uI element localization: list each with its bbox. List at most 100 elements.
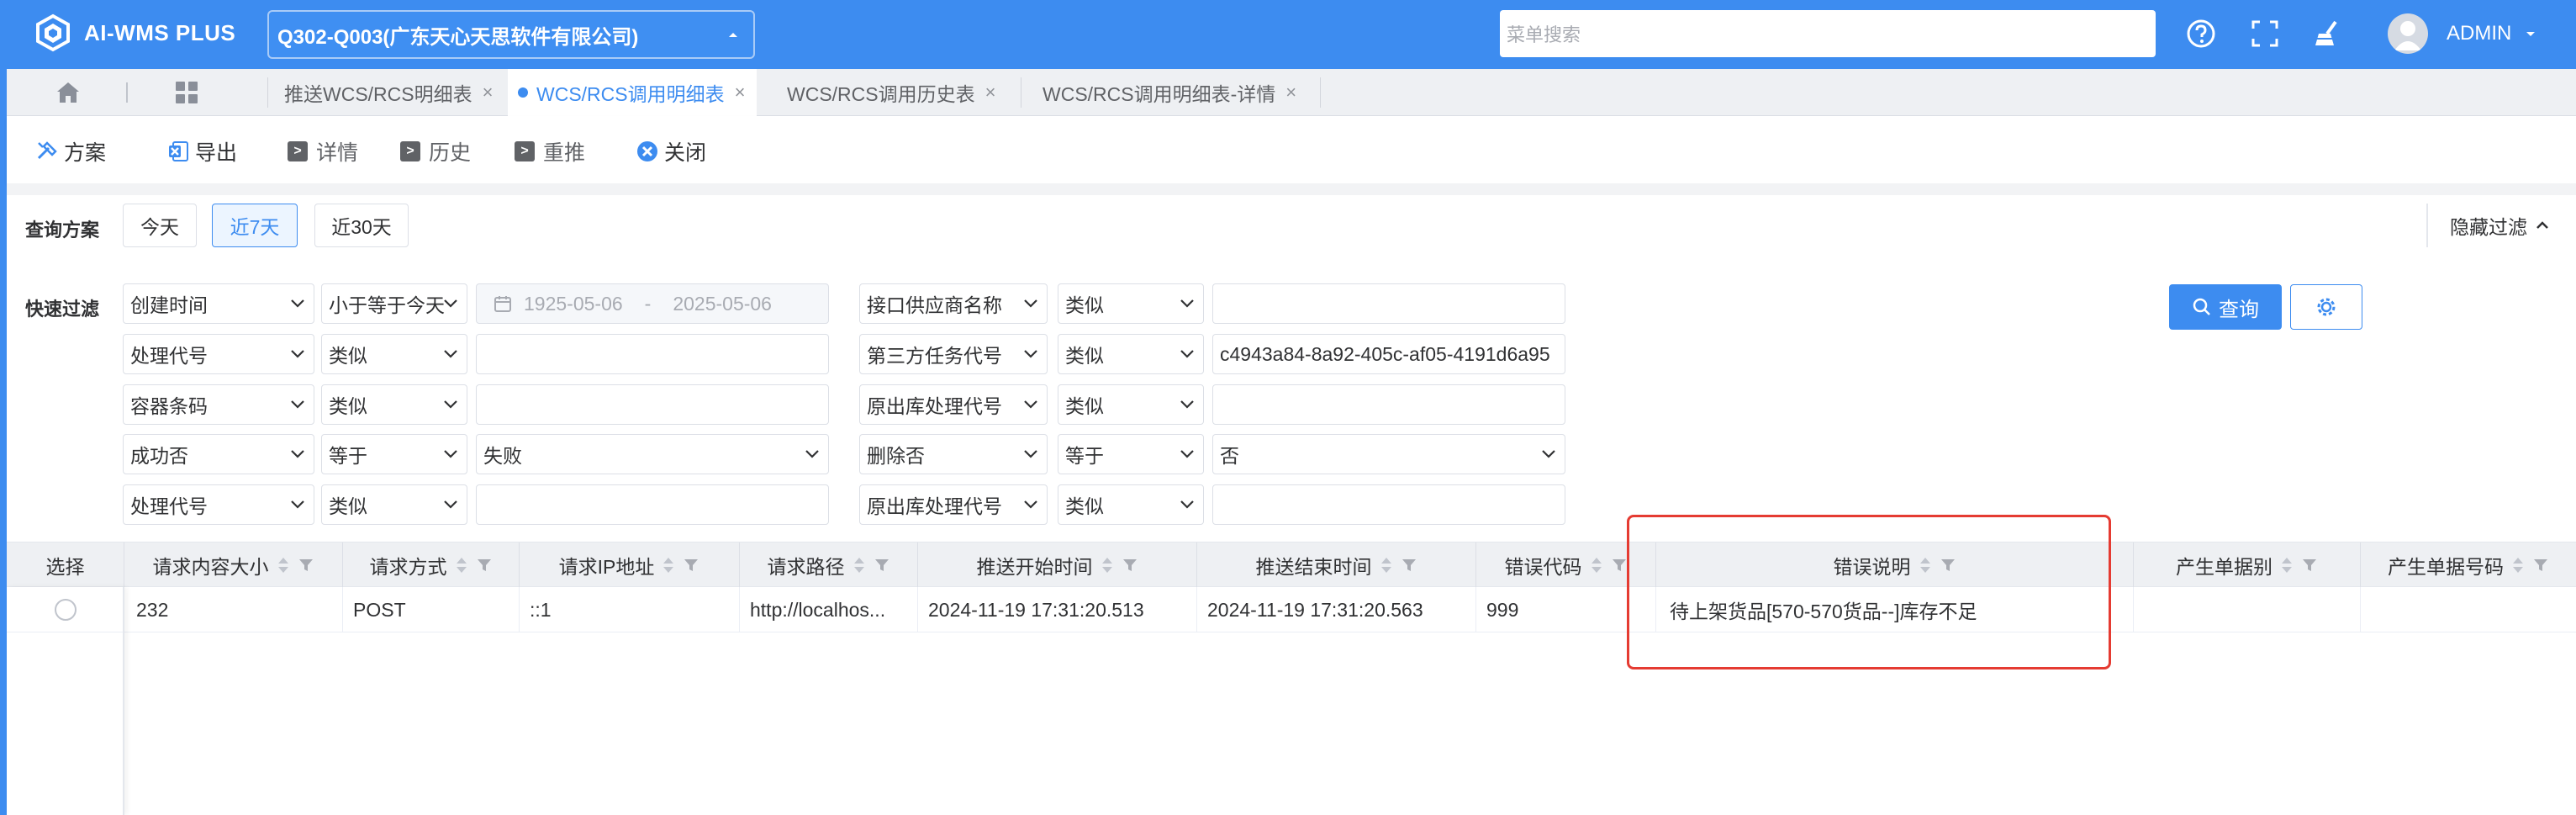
detail-button[interactable]: > 详情 xyxy=(288,136,358,167)
filter-field-select[interactable]: 处理代号 xyxy=(123,334,314,374)
filter-value-input[interactable] xyxy=(1212,283,1565,324)
filter-field-select[interactable]: 容器条码 xyxy=(123,384,314,425)
hide-filter-button[interactable]: 隐藏过滤 xyxy=(2426,204,2561,247)
user-avatar[interactable] xyxy=(2388,13,2428,54)
filter-operator-select[interactable]: 等于 xyxy=(321,434,467,474)
filter-icon[interactable] xyxy=(2532,557,2549,574)
organization-select[interactable]: Q302-Q003(广东天心天思软件有限公司) xyxy=(267,10,755,59)
column-header[interactable]: 产生单据号码 xyxy=(2361,542,2576,588)
column-header[interactable]: 产生单据别 xyxy=(2134,542,2361,588)
sort-icon[interactable] xyxy=(661,554,676,576)
history-label: 历史 xyxy=(429,141,472,165)
column-header[interactable]: 请求IP地址 xyxy=(520,542,740,588)
column-header[interactable]: 推送结束时间 xyxy=(1197,542,1476,588)
tab-push-wcs-rcs-detail[interactable]: 推送WCS/RCS明细表 × xyxy=(274,69,503,116)
filter-operator-select[interactable]: 类似 xyxy=(1058,384,1204,425)
home-icon[interactable] xyxy=(55,81,81,104)
table-row[interactable]: 232 POST ::1 http://localhos... 2024-11-… xyxy=(7,587,2576,632)
help-icon[interactable] xyxy=(2184,17,2218,50)
filter-field-select[interactable]: 处理代号 xyxy=(123,484,314,525)
column-header[interactable]: 推送开始时间 xyxy=(918,542,1197,588)
filter-operator-select[interactable]: 类似 xyxy=(1058,334,1204,374)
filter-settings-button[interactable] xyxy=(2290,284,2362,330)
plan-today-button[interactable]: 今天 xyxy=(123,204,197,247)
caret-down-icon[interactable] xyxy=(2524,27,2537,40)
filter-value-input[interactable] xyxy=(1212,484,1565,525)
close-icon[interactable]: × xyxy=(985,82,996,103)
filter-value-input[interactable] xyxy=(476,334,829,374)
close-icon[interactable]: × xyxy=(483,82,494,103)
sort-icon[interactable] xyxy=(1379,554,1394,576)
filter-field-select[interactable]: 第三方任务代号 xyxy=(859,334,1048,374)
sort-icon[interactable] xyxy=(2279,554,2294,576)
app-name: AI-WMS PLUS xyxy=(84,19,236,45)
filter-operator-select[interactable]: 等于 xyxy=(1058,434,1204,474)
sort-icon[interactable] xyxy=(1918,554,1933,576)
filter-operator-select[interactable]: 小于等于今天 xyxy=(321,283,467,324)
sort-icon[interactable] xyxy=(454,554,469,576)
user-name[interactable]: ADMIN xyxy=(2447,22,2511,45)
export-button[interactable]: 导出 xyxy=(166,136,237,167)
filter-value-input[interactable] xyxy=(476,384,829,425)
filter-operator-select[interactable]: 类似 xyxy=(1058,283,1204,324)
app-logo[interactable]: AI-WMS PLUS xyxy=(34,13,235,52)
tab-wcs-rcs-call-detail-info[interactable]: WCS/RCS调用明细表-详情 × xyxy=(1032,69,1306,116)
sort-icon[interactable] xyxy=(1589,554,1604,576)
sort-icon[interactable] xyxy=(2510,554,2526,576)
menu-search-input[interactable]: 菜单搜索 xyxy=(1500,10,2156,57)
plan-7-days-button[interactable]: 近7天 xyxy=(212,204,298,247)
filter-icon[interactable] xyxy=(1940,557,1956,574)
filter-value-select[interactable]: 失败 xyxy=(476,434,829,474)
filter-field-select[interactable]: 创建时间 xyxy=(123,283,314,324)
column-header[interactable]: 错误说明 xyxy=(1656,542,2134,588)
plan-30-days-button[interactable]: 近30天 xyxy=(314,204,409,247)
menu-grid-icon[interactable] xyxy=(175,81,198,104)
column-header-label: 产生单据别 xyxy=(2176,556,2272,578)
sort-icon[interactable] xyxy=(852,554,867,576)
repush-button[interactable]: > 重推 xyxy=(515,136,585,167)
close-icon[interactable]: × xyxy=(735,82,746,103)
column-header[interactable]: 错误代码 xyxy=(1476,542,1656,588)
tab-wcs-rcs-call-detail[interactable]: WCS/RCS调用明细表 × xyxy=(508,69,757,116)
filter-value-input[interactable]: c4943a84-8a92-405c-af05-4191d6a95 xyxy=(1212,334,1565,374)
filter-icon[interactable] xyxy=(874,557,890,574)
filter-operator-select[interactable]: 类似 xyxy=(321,334,467,374)
plan-button[interactable]: 方案 xyxy=(35,136,106,167)
filter-operator-value: 等于 xyxy=(329,445,367,467)
tab-wcs-rcs-call-history[interactable]: WCS/RCS调用历史表 × xyxy=(777,69,1006,116)
filter-operator-select[interactable]: 类似 xyxy=(1058,484,1204,525)
filter-icon[interactable] xyxy=(1401,557,1417,574)
filter-field-select[interactable]: 接口供应商名称 xyxy=(859,283,1048,324)
filter-value-input[interactable] xyxy=(476,484,829,525)
filter-operator-select[interactable]: 类似 xyxy=(321,384,467,425)
date-range-start: 1925-05-06 xyxy=(524,292,623,315)
column-header[interactable]: 请求方式 xyxy=(343,542,520,588)
column-header-label: 请求IP地址 xyxy=(558,556,655,578)
filter-value-input[interactable] xyxy=(1212,384,1565,425)
sort-icon[interactable] xyxy=(1100,554,1115,576)
filter-icon[interactable] xyxy=(2301,557,2318,574)
close-button[interactable]: 关闭 xyxy=(636,136,706,167)
filter-field-select[interactable]: 原出库处理代号 xyxy=(859,384,1048,425)
filter-operator-select[interactable]: 类似 xyxy=(321,484,467,525)
filter-field-select[interactable]: 删除否 xyxy=(859,434,1048,474)
column-header[interactable]: 请求路径 xyxy=(740,542,918,588)
table-cell: http://localhos... xyxy=(740,587,918,632)
filter-icon[interactable] xyxy=(1122,557,1138,574)
filter-field-select[interactable]: 成功否 xyxy=(123,434,314,474)
query-button[interactable]: 查询 xyxy=(2169,284,2282,330)
filter-field-value: 成功否 xyxy=(130,445,188,467)
table-cell xyxy=(2134,587,2361,632)
filter-icon[interactable] xyxy=(683,557,699,574)
column-header[interactable]: 请求内容大小 xyxy=(124,542,343,588)
filter-icon[interactable] xyxy=(298,557,314,574)
filter-field-select[interactable]: 原出库处理代号 xyxy=(859,484,1048,525)
filter-icon[interactable] xyxy=(1611,557,1628,574)
history-button[interactable]: > 历史 xyxy=(400,136,471,167)
clear-cache-icon[interactable] xyxy=(2310,17,2344,50)
filter-value-select[interactable]: 否 xyxy=(1212,434,1565,474)
filter-icon[interactable] xyxy=(476,557,493,574)
fullscreen-icon[interactable] xyxy=(2248,17,2282,50)
close-icon[interactable]: × xyxy=(1285,82,1296,103)
sort-icon[interactable] xyxy=(276,554,291,576)
